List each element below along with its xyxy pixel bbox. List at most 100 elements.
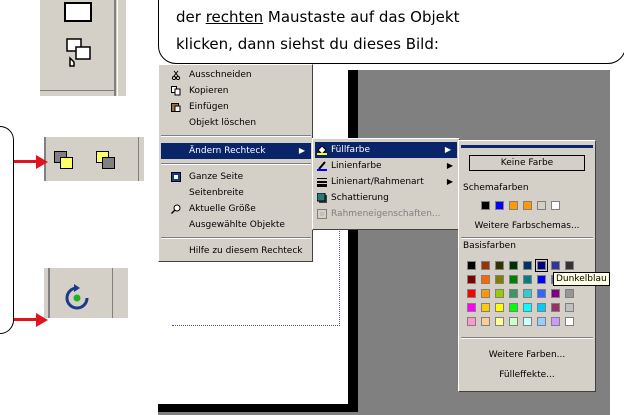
menu-item-kopieren[interactable]: Kopieren [159, 83, 312, 99]
basic-color-swatch[interactable] [565, 317, 574, 326]
basic-color-swatch[interactable] [495, 317, 504, 326]
basic-color-swatch[interactable] [467, 275, 476, 284]
basic-color-swatch[interactable] [481, 289, 490, 298]
submenu-item-linienfarbe[interactable]: Linienfarbe ▶ [313, 158, 459, 174]
basic-color-swatch[interactable] [509, 317, 518, 326]
basic-color-swatch[interactable] [551, 289, 560, 298]
basic-color-swatch[interactable] [551, 303, 560, 312]
basic-color-swatch[interactable] [523, 303, 532, 312]
menu-item-seitenbreite[interactable]: Seitenbreite [159, 185, 312, 201]
more-color-schemes-link[interactable]: Weitere Farbschemas... [459, 221, 595, 231]
submenu-item-rahmeneigenschaften: Rahmeneigenschaften... [313, 206, 459, 222]
basic-color-swatch[interactable] [481, 261, 490, 270]
rectangle-tool-icon[interactable] [64, 2, 92, 22]
submenu-item-fuellfarbe[interactable]: Füllfarbe ▶ [315, 142, 457, 158]
schema-color-swatch[interactable] [537, 201, 546, 210]
menu-item-aktuelle-groesse[interactable]: Aktuelle Größe [159, 201, 312, 217]
submenu-item-schattierung[interactable]: Schattierung [313, 190, 459, 206]
toolbar-divider [112, 268, 113, 318]
bubble-text-line2: klicken, dann siehst du dieses Bild: [176, 35, 439, 53]
basic-color-swatch[interactable] [481, 303, 490, 312]
basic-color-swatch[interactable] [537, 275, 546, 284]
basic-color-swatch[interactable] [565, 261, 574, 270]
basic-color-swatch[interactable] [467, 317, 476, 326]
toolbar-divider [138, 137, 139, 181]
menu-separator [461, 237, 593, 239]
basic-color-swatch[interactable] [481, 275, 490, 284]
menu-item-ausgewaehlte-objekte[interactable]: Ausgewählte Objekte [159, 217, 312, 233]
basic-color-swatch[interactable] [523, 275, 532, 284]
basic-color-swatch[interactable] [495, 303, 504, 312]
frame-properties-icon [317, 209, 327, 219]
page-icon [171, 172, 181, 182]
menu-item-ausschneiden[interactable]: Ausschneiden [159, 67, 312, 83]
basic-color-swatch[interactable] [565, 289, 574, 298]
schema-color-swatch[interactable] [481, 201, 490, 210]
basic-color-swatch[interactable] [509, 261, 518, 270]
menu-item-einfuegen[interactable]: Einfügen [159, 99, 312, 115]
basic-color-swatch[interactable] [523, 289, 532, 298]
menu-item-hilfe[interactable]: Hilfe zu diesem Rechteck [159, 243, 312, 259]
menu-separator [461, 337, 593, 339]
basic-color-swatch[interactable] [481, 317, 490, 326]
paste-icon [171, 102, 181, 112]
basic-color-swatch[interactable] [467, 261, 476, 270]
basic-color-swatch[interactable] [495, 289, 504, 298]
pen-icon [317, 161, 327, 171]
no-color-button[interactable]: Keine Farbe [469, 155, 585, 171]
submenu-item-linienart[interactable]: Linienart/Rahmenart ▶ [313, 174, 459, 190]
more-colors-link[interactable]: Weitere Farben... [459, 350, 595, 360]
basic-color-swatch[interactable] [551, 317, 560, 326]
basic-color-swatch[interactable] [509, 289, 518, 298]
basic-color-swatch[interactable] [535, 259, 548, 272]
basic-colors-title: Basisfarben [463, 241, 516, 251]
basic-color-swatch[interactable] [523, 317, 532, 326]
speech-bubble-text: der rechten Maustaste auf das Objekt kli… [176, 4, 616, 58]
toolbar-divider-horizontal [40, 90, 114, 91]
basic-color-swatch[interactable] [537, 289, 546, 298]
menu-item-ganze-seite[interactable]: Ganze Seite [159, 169, 312, 185]
schema-color-swatch[interactable] [551, 201, 560, 210]
menu-item-objekt-loeschen[interactable]: Objekt löschen [159, 115, 312, 131]
paint-bucket-icon [317, 145, 327, 155]
palette-drag-bar[interactable] [461, 145, 593, 148]
magnifier-icon [170, 204, 181, 215]
bubble-text-underlined: rechten [205, 8, 264, 26]
schema-color-swatch[interactable] [495, 201, 504, 210]
color-palette-menu: Keine Farbe Schemafarben Weitere Farbsch… [458, 140, 610, 392]
submenu-aendern-rechteck: Füllfarbe ▶ Linienfarbe ▶ Linienart/Rahm… [312, 138, 460, 230]
basic-color-swatch[interactable] [537, 303, 546, 312]
scissors-icon [171, 70, 181, 81]
line-style-icon [317, 177, 327, 187]
basic-color-swatch[interactable] [467, 289, 476, 298]
submenu-arrow-icon: ▶ [446, 177, 453, 186]
copy-icon [171, 86, 181, 96]
free-rotate-icon[interactable] [62, 283, 92, 313]
basic-color-swatch[interactable] [551, 261, 560, 270]
schema-color-swatch[interactable] [509, 201, 518, 210]
context-menu: Ausschneiden Kopieren Einfügen Objekt lö… [158, 64, 313, 262]
schema-color-row [481, 201, 581, 211]
basic-color-swatch[interactable] [523, 261, 532, 270]
toolbar-divider-highlight [117, 0, 118, 96]
color-tooltip: Dunkelblau [553, 272, 610, 286]
basic-color-swatch[interactable] [495, 275, 504, 284]
schema-colors-title: Schemafarben [463, 183, 529, 193]
bring-to-front-icon[interactable] [52, 148, 80, 174]
send-to-back-icon[interactable] [94, 148, 122, 174]
basic-color-swatch[interactable] [509, 303, 518, 312]
object-properties-icon[interactable] [64, 36, 98, 70]
basic-color-swatch[interactable] [509, 275, 518, 284]
red-arrow-head [36, 155, 48, 169]
fill-effects-link[interactable]: Fülleffekte... [459, 370, 595, 380]
basic-color-swatch[interactable] [537, 317, 546, 326]
basic-color-swatch[interactable] [565, 303, 574, 312]
schema-color-swatch[interactable] [523, 201, 532, 210]
basic-color-swatch[interactable] [467, 303, 476, 312]
bubble-text-pre: der [176, 8, 206, 26]
submenu-arrow-icon: ▶ [444, 145, 451, 154]
menu-item-aendern-rechteck[interactable]: Ändern Rechteck ▶ [161, 143, 311, 159]
toolbar-divider [114, 0, 116, 96]
basic-color-swatch[interactable] [495, 261, 504, 270]
menu-separator [161, 237, 311, 239]
